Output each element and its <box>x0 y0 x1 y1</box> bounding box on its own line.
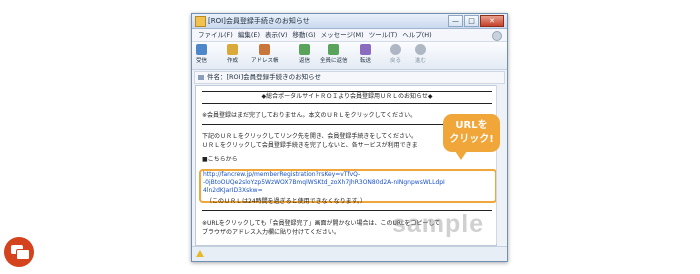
sample-watermark: sample <box>392 210 485 238</box>
menu-bar: ファイル(F) 編集(E) 表示(V) 移動(G) メッセージ(M) ツール(T… <box>192 29 507 42</box>
registration-url-line-2[interactable]: -0jBtoOUQe2sloYzp5WzWOX7BmqlWSKtd_zoXh7J… <box>203 179 445 187</box>
mail-app-icon <box>195 16 206 27</box>
section-label: ■こちらから <box>202 156 238 163</box>
compose-button[interactable]: 作成 <box>227 44 238 65</box>
instruction-line-2: ＵＲＬをクリックして会員登録手続きを完了しないと、各サービスが利用できま <box>202 142 418 149</box>
next-button[interactable]: 進む <box>415 44 426 65</box>
vertical-scrollbar[interactable] <box>496 85 506 244</box>
menu-edit[interactable]: 編集(E) <box>238 29 260 41</box>
divider-heading <box>202 103 492 104</box>
subject-icon <box>198 74 204 80</box>
close-button[interactable]: ✕ <box>480 15 504 27</box>
reply-all-icon <box>328 44 340 55</box>
url-expiry-note: （このＵＲＬは24時間を過ぎると使用できなくなります。） <box>206 198 367 205</box>
callout-line-1: URLを <box>455 120 488 131</box>
addressbook-icon <box>259 44 271 55</box>
menu-view[interactable]: 表示(V) <box>265 29 288 41</box>
gear-icon[interactable] <box>492 31 502 41</box>
instruction-line-1: 下記のＵＲＬをクリックしてリンク先を開き、会員登録手続きをしてください。 <box>202 133 418 140</box>
subject-text: 件名：[ROI]会員登録手続きのお知らせ <box>207 73 321 81</box>
status-bar <box>192 246 507 261</box>
reply-icon <box>299 44 310 55</box>
minimize-button[interactable]: — <box>448 15 463 27</box>
receive-icon <box>196 44 207 55</box>
menu-tools[interactable]: ツール(T) <box>369 29 398 41</box>
pencil-icon <box>227 44 238 55</box>
menu-file[interactable]: ファイル(F) <box>198 29 233 41</box>
toolbar: 受信 作成 アドレス帳 返信 全員に返信 転送 戻る 進む <box>192 42 507 70</box>
warning-icon <box>196 250 204 257</box>
menu-go[interactable]: 移動(G) <box>293 29 316 41</box>
chat-button[interactable] <box>4 237 34 267</box>
callout-line-2: クリック! <box>449 134 494 145</box>
maximize-button[interactable]: □ <box>464 15 479 27</box>
title-bar[interactable]: [ROI]会員登録手続きのお知らせ — □ ✕ <box>192 14 507 29</box>
fallback-note-line-2: ブラウザのアドレス入力欄に貼り付けてください。 <box>202 229 340 236</box>
click-url-callout: URLを クリック! <box>443 114 500 160</box>
forward-button[interactable]: 転送 <box>360 44 371 65</box>
divider-top <box>202 91 492 92</box>
next-arrow-icon <box>415 44 426 55</box>
menu-message[interactable]: メッセージ(M) <box>321 29 364 41</box>
window-controls: — □ ✕ <box>447 15 504 27</box>
menu-help[interactable]: ヘルプ(H) <box>402 29 431 41</box>
subject-bar: 件名：[ROI]会員登録手続きのお知らせ <box>194 71 505 84</box>
forward-icon <box>360 44 371 55</box>
reply-all-button[interactable]: 全員に返信 <box>320 44 348 65</box>
window-title: [ROI]会員登録手続きのお知らせ <box>208 17 310 25</box>
note-incomplete: ※会員登録はまだ完了しておりません。本文のＵＲＬをクリックしてください。 <box>202 112 417 119</box>
mail-heading: ◆総合ポータルサイトＲＯＩより会員登録用ＵＲＬのお知らせ◆ <box>261 93 433 100</box>
chat-bubble-icon-2 <box>16 249 30 260</box>
back-arrow-icon <box>390 44 401 55</box>
back-button[interactable]: 戻る <box>390 44 401 65</box>
registration-url-line-3[interactable]: 4ln2dKJarID3Xskw= <box>203 187 263 195</box>
addressbook-button[interactable]: アドレス帳 <box>251 44 279 65</box>
receive-button[interactable]: 受信 <box>196 44 207 65</box>
registration-url-line-1[interactable]: http://fancrew.jp/memberRegistration?rsK… <box>203 171 360 179</box>
reply-button[interactable]: 返信 <box>299 44 310 65</box>
